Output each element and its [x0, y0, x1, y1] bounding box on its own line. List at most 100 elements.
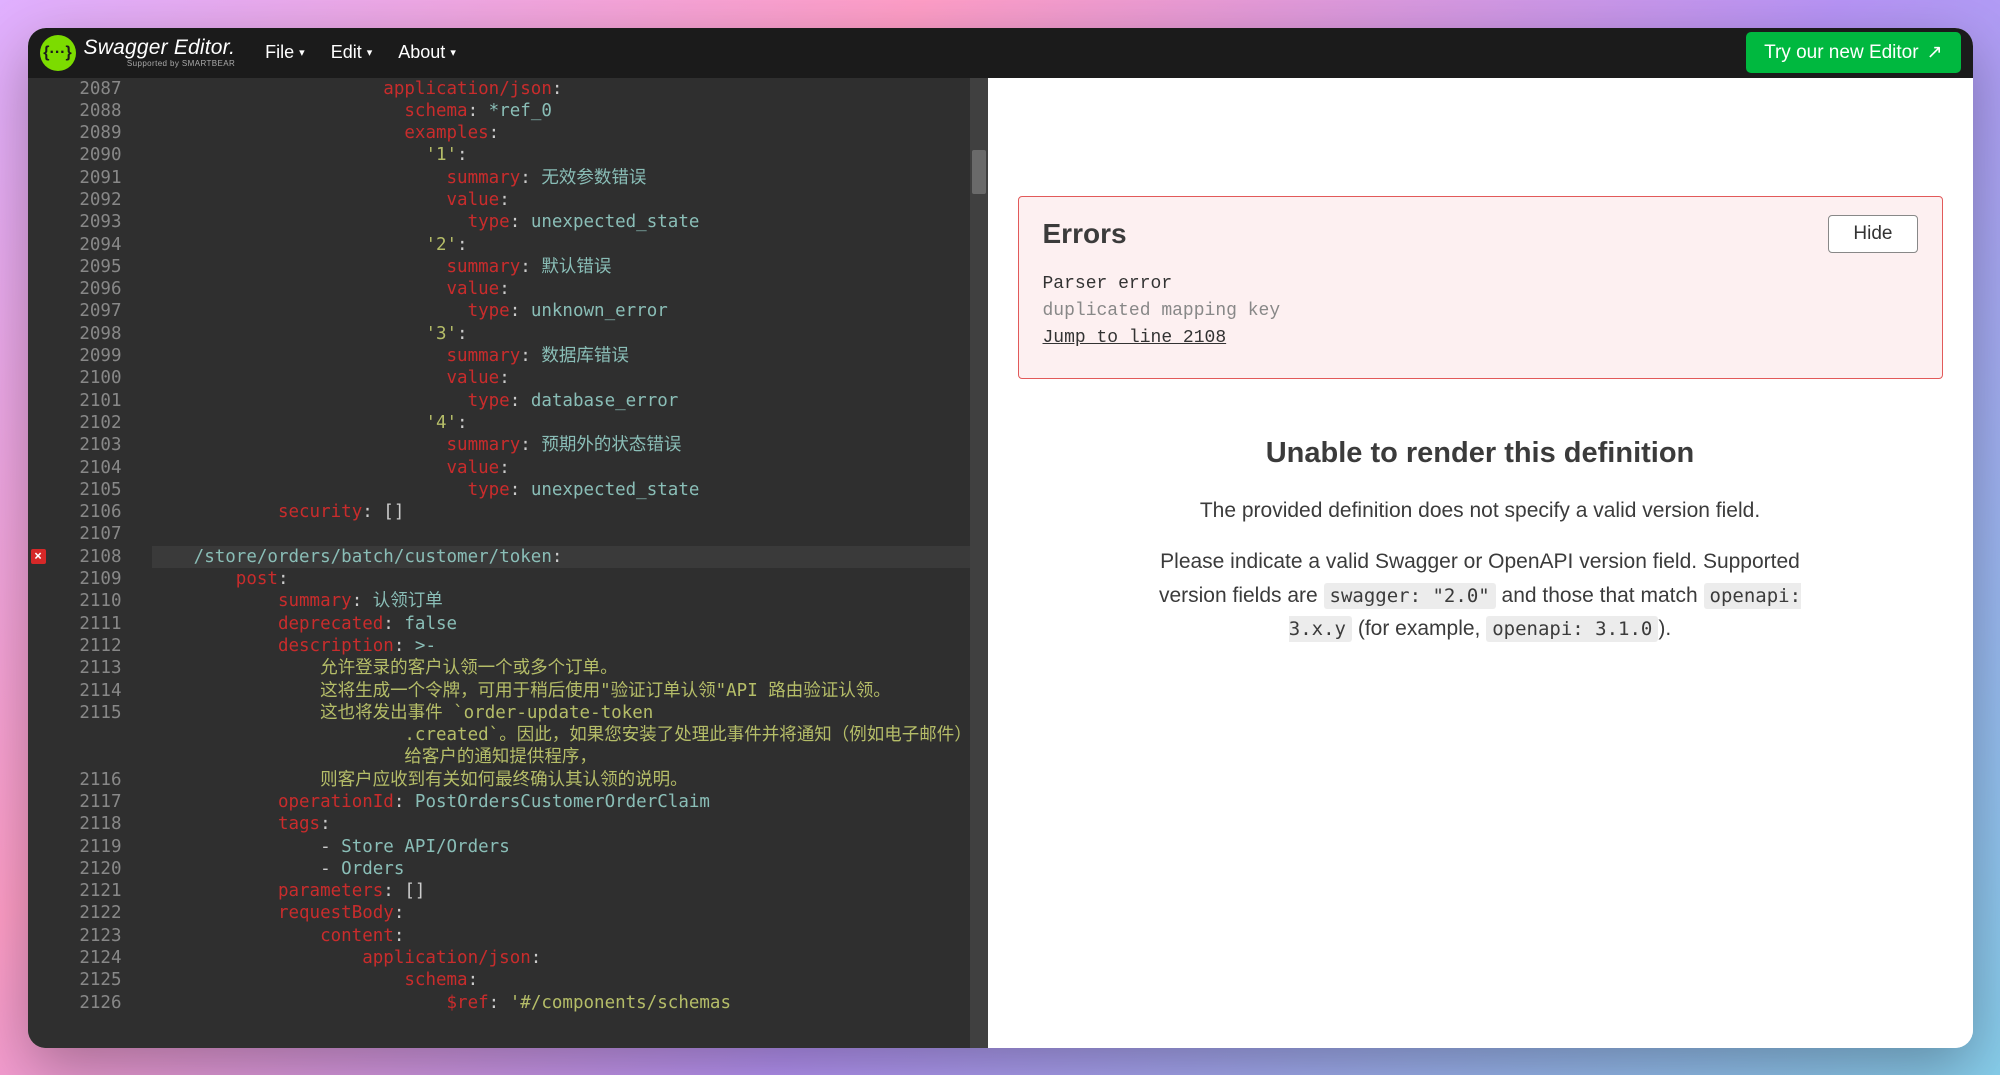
errors-title: Errors — [1043, 218, 1127, 250]
code-content[interactable]: application/json: schema: *ref_0 example… — [150, 78, 988, 1048]
code-line[interactable]: 这也将发出事件 `order-update-token — [152, 702, 988, 724]
app-subtitle: Supported by SMARTBEAR — [84, 60, 236, 68]
error-item: Parser error duplicated mapping key Jump… — [1043, 271, 1918, 352]
line-number: 2113 — [28, 657, 122, 679]
line-number: 2095 — [28, 256, 122, 278]
code-line[interactable]: '1': — [152, 144, 988, 166]
code-line[interactable]: deprecated: false — [152, 613, 988, 635]
line-number: 2108 — [28, 546, 122, 568]
line-number: 2109 — [28, 568, 122, 590]
code-line[interactable]: value: — [152, 189, 988, 211]
menu-edit[interactable]: Edit — [331, 42, 373, 63]
line-number: 2089 — [28, 122, 122, 144]
line-number: 2092 — [28, 189, 122, 211]
code-line[interactable]: '4': — [152, 412, 988, 434]
line-number: 2106 — [28, 501, 122, 523]
topbar: {···} Swagger Editor. Supported by SMART… — [28, 28, 1973, 78]
code-line[interactable]: requestBody: — [152, 902, 988, 924]
code-line[interactable]: summary: 默认错误 — [152, 256, 988, 278]
app-window: {···} Swagger Editor. Supported by SMART… — [28, 28, 1973, 1048]
code-line[interactable]: type: unexpected_state — [152, 211, 988, 233]
render-error-p2: Please indicate a valid Swagger or OpenA… — [1140, 545, 1820, 646]
line-number: 2090 — [28, 144, 122, 166]
line-number: 2117 — [28, 791, 122, 813]
code-line[interactable]: summary: 数据库错误 — [152, 345, 988, 367]
try-new-editor-button[interactable]: Try our new Editor ↗ — [1746, 32, 1960, 73]
line-number: 2096 — [28, 278, 122, 300]
code-line[interactable]: summary: 预期外的状态错误 — [152, 434, 988, 456]
code-line[interactable]: application/json: — [152, 78, 988, 100]
code-line[interactable]: summary: 认领订单 — [152, 590, 988, 612]
code-line[interactable]: tags: — [152, 813, 988, 835]
external-link-icon: ↗ — [1927, 41, 1943, 64]
code-line[interactable]: schema: — [152, 969, 988, 991]
line-number: 2094 — [28, 234, 122, 256]
render-error-message: Unable to render this definition The pro… — [1018, 437, 1943, 646]
line-number: 2101 — [28, 390, 122, 412]
code-line[interactable]: 则客户应收到有关如何最终确认其认领的说明。 — [152, 769, 988, 791]
code-line[interactable]: security: [] — [152, 501, 988, 523]
line-number: 2121 — [28, 880, 122, 902]
error-type: Parser error — [1043, 271, 1918, 298]
hide-errors-button[interactable]: Hide — [1828, 215, 1917, 253]
code-line[interactable]: '2': — [152, 234, 988, 256]
line-number: 2126 — [28, 992, 122, 1014]
code-editor[interactable]: 2087208820892090209120922093209420952096… — [28, 78, 988, 1048]
line-number: 2087 — [28, 78, 122, 100]
main-split: 2087208820892090209120922093209420952096… — [28, 78, 1973, 1048]
code-line[interactable]: examples: — [152, 122, 988, 144]
errors-panel: Errors Hide Parser error duplicated mapp… — [1018, 196, 1943, 379]
line-number: 2124 — [28, 947, 122, 969]
code-line[interactable]: /store/orders/batch/customer/token: — [152, 546, 988, 568]
code-line[interactable]: 这将生成一个令牌，可用于稍后使用"验证订单认领"API 路由验证认领。 — [152, 680, 988, 702]
code-line[interactable]: '3': — [152, 323, 988, 345]
line-number: 2088 — [28, 100, 122, 122]
code-line[interactable]: post: — [152, 568, 988, 590]
line-number: 2119 — [28, 836, 122, 858]
logo-text: Swagger Editor. Supported by SMARTBEAR — [84, 37, 236, 68]
render-error-title: Unable to render this definition — [1018, 437, 1943, 470]
code-line[interactable]: application/json: — [152, 947, 988, 969]
code-line[interactable]: schema: *ref_0 — [152, 100, 988, 122]
menu-file[interactable]: File — [265, 42, 305, 63]
line-number — [28, 746, 122, 768]
render-error-p1: The provided definition does not specify… — [1140, 494, 1820, 528]
menu-bar: File Edit About — [265, 42, 456, 63]
menu-about[interactable]: About — [398, 42, 456, 63]
code-line[interactable]: value: — [152, 367, 988, 389]
jump-to-line-link[interactable]: Jump to line 2108 — [1043, 325, 1918, 352]
code-line[interactable]: value: — [152, 278, 988, 300]
code-line[interactable] — [152, 523, 988, 545]
line-number: 2102 — [28, 412, 122, 434]
scrollbar-thumb[interactable] — [972, 150, 986, 194]
code-line[interactable]: type: unknown_error — [152, 300, 988, 322]
code-line[interactable]: summary: 无效参数错误 — [152, 167, 988, 189]
code-line[interactable]: operationId: PostOrdersCustomerOrderClai… — [152, 791, 988, 813]
code-line[interactable]: 给客户的通知提供程序， — [152, 746, 988, 768]
code-line[interactable]: $ref: '#/components/schemas — [152, 992, 988, 1014]
line-number: 2125 — [28, 969, 122, 991]
error-message: duplicated mapping key — [1043, 298, 1918, 325]
code-line[interactable]: - Orders — [152, 858, 988, 880]
line-number: 2116 — [28, 769, 122, 791]
line-number: 2105 — [28, 479, 122, 501]
line-number: 2110 — [28, 590, 122, 612]
app-title: Swagger Editor. — [84, 37, 236, 58]
code-line[interactable]: .created`。因此，如果您安装了处理此事件并将通知（例如电子邮件）发送 — [152, 724, 988, 746]
code-line[interactable]: - Store API/Orders — [152, 836, 988, 858]
line-number: 2112 — [28, 635, 122, 657]
code-line[interactable]: type: database_error — [152, 390, 988, 412]
line-number: 2100 — [28, 367, 122, 389]
scrollbar-vertical[interactable] — [970, 78, 988, 1048]
code-line[interactable]: parameters: [] — [152, 880, 988, 902]
code-openapi-310: openapi: 3.1.0 — [1486, 616, 1658, 642]
code-line[interactable]: 允许登录的客户认领一个或多个订单。 — [152, 657, 988, 679]
code-line[interactable]: description: >- — [152, 635, 988, 657]
code-line[interactable]: value: — [152, 457, 988, 479]
line-number: 2111 — [28, 613, 122, 635]
line-number: 2099 — [28, 345, 122, 367]
line-number: 2118 — [28, 813, 122, 835]
code-line[interactable]: type: unexpected_state — [152, 479, 988, 501]
line-number: 2115 — [28, 702, 122, 724]
code-line[interactable]: content: — [152, 925, 988, 947]
